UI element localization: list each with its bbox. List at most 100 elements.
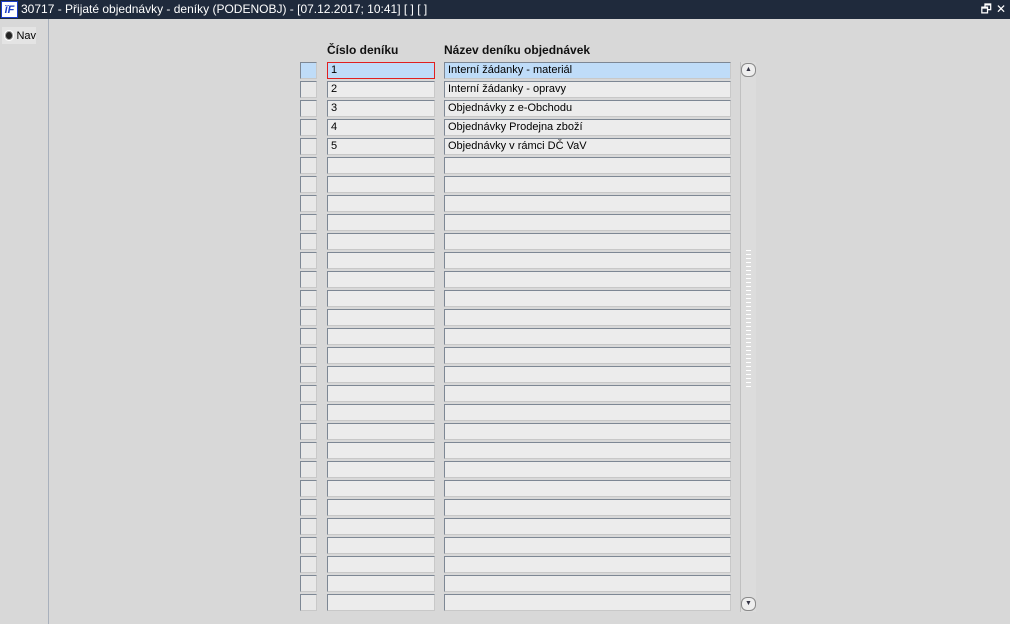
journal-name-field[interactable]: Objednávky Prodejna zboží: [444, 119, 731, 136]
vertical-scrollbar[interactable]: ▲ ▼: [740, 62, 756, 612]
journal-name-field[interactable]: [444, 423, 731, 440]
journal-number-field[interactable]: [327, 404, 435, 421]
column-header-number: Číslo deníku: [327, 43, 399, 57]
row-selector[interactable]: [300, 537, 317, 554]
journal-name-field[interactable]: [444, 575, 731, 592]
row-selector[interactable]: [300, 461, 317, 478]
scroll-up-button[interactable]: ▲: [741, 63, 756, 77]
window-title: 30717 - Přijaté objednávky - deníky (POD…: [21, 2, 428, 16]
row-selector[interactable]: [300, 347, 317, 364]
journal-number-field[interactable]: [327, 233, 435, 250]
nav-label: Nav: [16, 29, 36, 42]
journal-name-field[interactable]: [444, 480, 731, 497]
journal-name-field[interactable]: [444, 176, 731, 193]
row-selector[interactable]: [300, 81, 317, 98]
title-bar: ĭF 30717 - Přijaté objednávky - deníky (…: [0, 0, 1010, 19]
row-selector[interactable]: [300, 556, 317, 573]
journal-name-field[interactable]: [444, 328, 731, 345]
journal-number-field[interactable]: [327, 442, 435, 459]
row-selector[interactable]: [300, 252, 317, 269]
journal-number-field[interactable]: [327, 499, 435, 516]
row-selector[interactable]: [300, 366, 317, 383]
row-selector[interactable]: [300, 290, 317, 307]
journal-number-field[interactable]: [327, 537, 435, 554]
journal-name-field[interactable]: [444, 271, 731, 288]
journal-name-field[interactable]: [444, 404, 731, 421]
row-selector[interactable]: [300, 309, 317, 326]
row-selector[interactable]: [300, 157, 317, 174]
journal-number-field[interactable]: 1: [327, 62, 435, 79]
journal-number-field[interactable]: [327, 347, 435, 364]
row-selector[interactable]: [300, 176, 317, 193]
journal-name-field[interactable]: [444, 233, 731, 250]
row-selector[interactable]: [300, 119, 317, 136]
journal-name-field[interactable]: [444, 461, 731, 478]
journal-number-field[interactable]: [327, 252, 435, 269]
journal-number-field[interactable]: [327, 290, 435, 307]
journal-name-field[interactable]: [444, 214, 731, 231]
journal-number-field[interactable]: [327, 594, 435, 611]
journal-name-field[interactable]: Objednávky z e-Obchodu: [444, 100, 731, 117]
journal-name-field[interactable]: Objednávky v rámci DČ VaV: [444, 138, 731, 155]
journal-number-field[interactable]: 5: [327, 138, 435, 155]
journal-number-field[interactable]: [327, 480, 435, 497]
row-selector[interactable]: [300, 594, 317, 611]
journal-name-field[interactable]: [444, 252, 731, 269]
row-selector[interactable]: [300, 233, 317, 250]
left-panel: Nav: [0, 19, 49, 624]
journal-number-field[interactable]: 3: [327, 100, 435, 117]
journal-name-field[interactable]: [444, 157, 731, 174]
journal-number-field[interactable]: [327, 271, 435, 288]
row-selector[interactable]: [300, 62, 317, 79]
journal-number-field[interactable]: [327, 328, 435, 345]
journal-name-field[interactable]: [444, 442, 731, 459]
restore-icon[interactable]: 🗗: [981, 2, 992, 16]
journal-name-field[interactable]: [444, 195, 731, 212]
journal-number-field[interactable]: [327, 214, 435, 231]
journal-name-field[interactable]: [444, 290, 731, 307]
row-selector[interactable]: [300, 575, 317, 592]
journal-number-field[interactable]: [327, 575, 435, 592]
row-selector[interactable]: [300, 214, 317, 231]
journal-number-field[interactable]: [327, 157, 435, 174]
row-selector[interactable]: [300, 271, 317, 288]
journal-name-field[interactable]: [444, 385, 731, 402]
journal-number-field[interactable]: [327, 518, 435, 535]
row-selector[interactable]: [300, 195, 317, 212]
journal-number-field[interactable]: [327, 309, 435, 326]
row-selector[interactable]: [300, 499, 317, 516]
journal-name-field[interactable]: [444, 366, 731, 383]
journal-number-field[interactable]: [327, 423, 435, 440]
journal-name-field[interactable]: [444, 309, 731, 326]
row-selector[interactable]: [300, 442, 317, 459]
journal-name-field[interactable]: [444, 594, 731, 611]
row-selector[interactable]: [300, 518, 317, 535]
journal-number-field[interactable]: [327, 556, 435, 573]
close-icon[interactable]: ✕: [996, 2, 1006, 16]
row-selector[interactable]: [300, 480, 317, 497]
row-selector[interactable]: [300, 385, 317, 402]
scroll-thumb-grip[interactable]: [746, 250, 751, 390]
row-selector[interactable]: [300, 328, 317, 345]
journal-name-field[interactable]: Interní žádanky - opravy: [444, 81, 731, 98]
row-selector[interactable]: [300, 423, 317, 440]
journal-number-field[interactable]: 4: [327, 119, 435, 136]
journal-number-field[interactable]: [327, 176, 435, 193]
journal-name-field[interactable]: [444, 347, 731, 364]
scroll-down-button[interactable]: ▼: [741, 597, 756, 611]
nav-radio-button[interactable]: Nav: [2, 27, 36, 44]
journal-name-field[interactable]: [444, 537, 731, 554]
journal-number-field[interactable]: [327, 195, 435, 212]
radio-icon: [5, 31, 14, 40]
journal-number-field[interactable]: 2: [327, 81, 435, 98]
journal-number-field[interactable]: [327, 461, 435, 478]
row-selector[interactable]: [300, 404, 317, 421]
journal-number-field[interactable]: [327, 366, 435, 383]
journal-name-field[interactable]: [444, 556, 731, 573]
row-selector[interactable]: [300, 100, 317, 117]
journal-name-field[interactable]: Interní žádanky - materiál: [444, 62, 731, 79]
journal-name-field[interactable]: [444, 499, 731, 516]
row-selector[interactable]: [300, 138, 317, 155]
journal-number-field[interactable]: [327, 385, 435, 402]
journal-name-field[interactable]: [444, 518, 731, 535]
